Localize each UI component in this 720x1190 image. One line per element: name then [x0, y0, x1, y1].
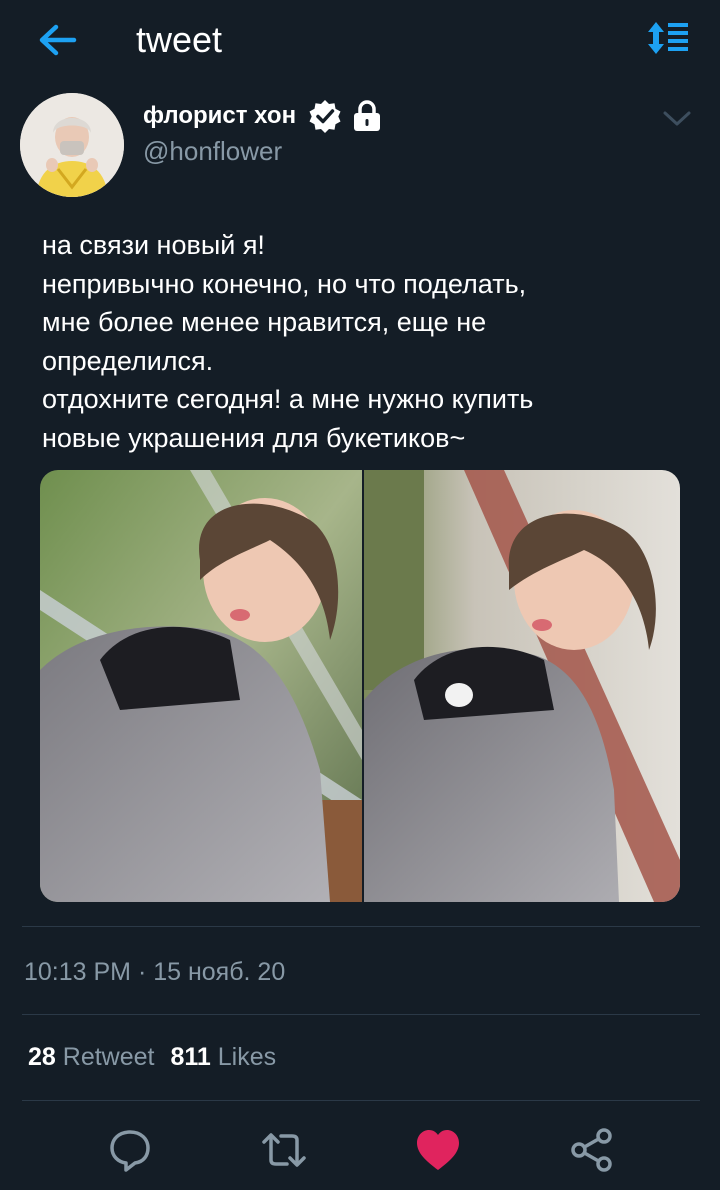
tweet-media[interactable]: [40, 470, 680, 902]
tweet-line: непривычно конечно, но что поделать,: [42, 268, 527, 299]
avatar[interactable]: [20, 93, 124, 197]
divider: [22, 926, 700, 927]
share-button[interactable]: [568, 1126, 616, 1174]
more-options-button[interactable]: [660, 104, 694, 132]
arrow-left-icon: [39, 24, 77, 56]
tweet-photo-1[interactable]: [40, 470, 362, 902]
top-bar: tweet: [0, 0, 720, 80]
page-title: tweet: [136, 19, 223, 60]
retweet-button[interactable]: [260, 1126, 308, 1174]
retweet-icon: [262, 1133, 306, 1167]
tweet-line: определился.: [42, 345, 214, 376]
share-icon: [571, 1128, 612, 1172]
tweet-timestamp: 10:13 PM · 15 нояб. 20: [24, 958, 286, 986]
lock-icon: [354, 100, 381, 131]
tweet-line: новые украшения для букетиков~: [42, 422, 466, 453]
verified-badge-icon: [309, 100, 341, 133]
tweet-line: мне более менее нравится, еще не: [42, 307, 487, 337]
back-button[interactable]: [36, 22, 78, 58]
tweet-line: отдохните сегодня! а мне нужно купить: [42, 384, 534, 414]
likes-label[interactable]: Likes: [218, 1043, 276, 1072]
speech-bubble-icon: [110, 1130, 150, 1172]
tweet-text: на связи новый я! непривычно конечно, но…: [42, 226, 702, 457]
like-button[interactable]: [414, 1126, 462, 1174]
divider: [22, 1100, 700, 1101]
chevron-down-icon: [663, 111, 691, 126]
tweet-actions: [0, 1118, 720, 1180]
author-name-row: флорист хон: [143, 96, 384, 136]
likes-count[interactable]: 811: [170, 1043, 210, 1072]
reply-button[interactable]: [106, 1126, 154, 1174]
divider: [22, 1014, 700, 1015]
sort-list-icon: [648, 22, 688, 54]
retweet-count[interactable]: 28: [28, 1043, 56, 1072]
author-name[interactable]: флорист хон: [143, 102, 296, 130]
heart-icon: [417, 1130, 459, 1170]
sort-button[interactable]: [646, 20, 690, 56]
tweet-stats: 28 Retweet 811 Likes: [28, 1043, 276, 1072]
tweet-line: на связи новый я!: [42, 230, 265, 260]
retweet-label[interactable]: Retweet: [63, 1043, 155, 1072]
tweet-photo-2[interactable]: [364, 470, 680, 902]
author-handle[interactable]: @honflower: [143, 136, 282, 167]
